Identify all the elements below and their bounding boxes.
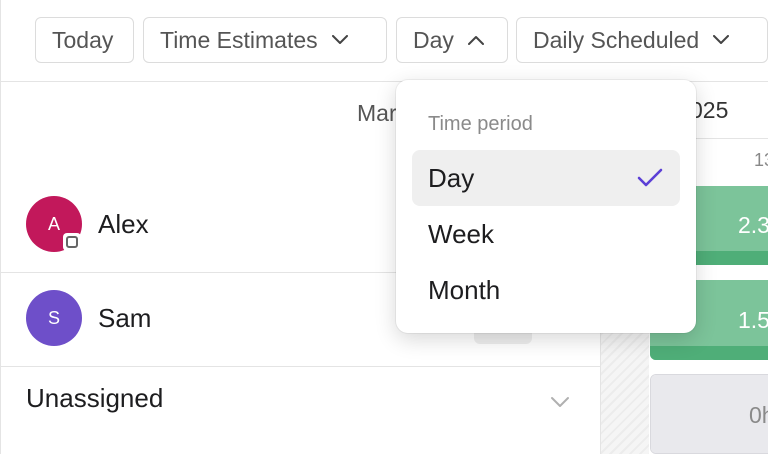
- avatar: S: [26, 290, 82, 346]
- menu-item-month[interactable]: Month: [412, 262, 680, 318]
- workload-value: 0h: [749, 402, 768, 428]
- time-estimates-label: Time Estimates: [160, 26, 318, 53]
- month-label: Mar: [357, 100, 397, 126]
- menu-header: Time period: [428, 113, 533, 135]
- today-label: Today: [52, 26, 114, 53]
- menu-item-label: Day: [428, 162, 475, 193]
- period-dropdown[interactable]: Day: [396, 17, 508, 63]
- unassigned-label: Unassigned: [26, 383, 164, 413]
- assignee-name: Alex: [98, 209, 149, 239]
- time-period-menu: Time period Day Week Month: [396, 80, 696, 333]
- chevron-down-icon: [330, 30, 350, 50]
- menu-item-label: Week: [428, 218, 494, 249]
- chevron-down-icon[interactable]: [549, 390, 571, 412]
- time-estimates-dropdown[interactable]: Time Estimates: [143, 17, 387, 63]
- avatar-initial: S: [47, 307, 60, 328]
- day-number: 13: [754, 150, 768, 170]
- chevron-down-icon: [711, 30, 731, 50]
- scheduled-dropdown[interactable]: Daily Scheduled: [516, 17, 768, 63]
- menu-item-label: Month: [428, 274, 501, 305]
- period-label: Day: [413, 26, 454, 53]
- user-badge-icon: [63, 233, 81, 251]
- avatar-initial: A: [47, 213, 60, 234]
- scheduled-label: Daily Scheduled: [533, 26, 700, 53]
- workload-bar[interactable]: 0h: [650, 374, 768, 454]
- toolbar: Today Time Estimates Day Daily Scheduled: [0, 0, 768, 82]
- workload-value: 2.3: [738, 212, 768, 238]
- menu-item-day[interactable]: Day: [412, 150, 680, 206]
- row-divider: [0, 366, 600, 367]
- assignee-name: Sam: [98, 303, 152, 333]
- workload-value: 1.5: [738, 307, 768, 333]
- menu-item-week[interactable]: Week: [412, 206, 680, 262]
- today-button[interactable]: Today: [35, 17, 134, 63]
- check-icon: [636, 166, 664, 190]
- workload-bar-foot: [650, 346, 768, 360]
- chevron-up-icon: [466, 30, 486, 50]
